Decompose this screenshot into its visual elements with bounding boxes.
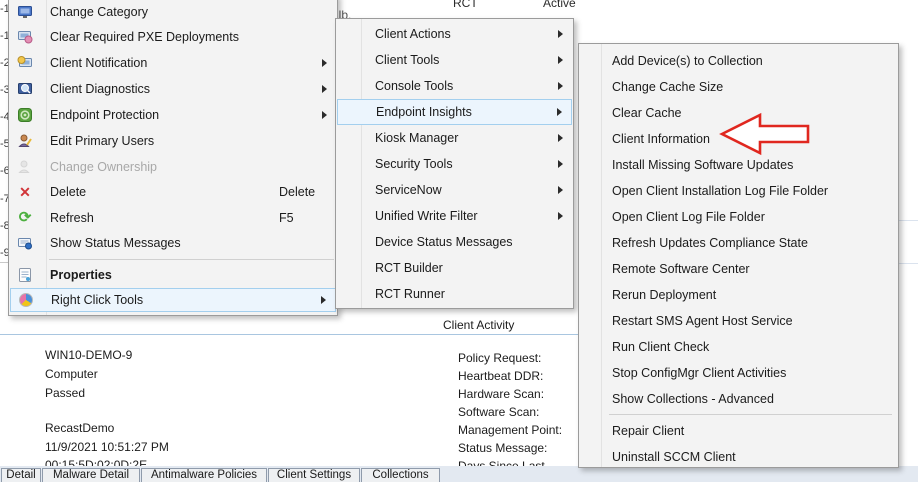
- menu-item-rct-builder[interactable]: RCT Builder: [337, 255, 572, 281]
- endpoint-insights-submenu: Add Device(s) to Collection Change Cache…: [578, 43, 899, 468]
- properties-icon: [17, 267, 33, 283]
- submenu-arrow-icon: [321, 296, 326, 304]
- menu-item-rerun-deployment[interactable]: Rerun Deployment: [580, 282, 897, 308]
- menu-item-edit-primary-users[interactable]: Edit Primary Users: [10, 128, 336, 154]
- header-fragment-active: Active: [543, 0, 576, 10]
- menu-item-change-ownership: Change Ownership: [10, 154, 336, 180]
- menu-item-kiosk-manager[interactable]: Kiosk Manager: [337, 125, 572, 151]
- menu-item-device-status-messages[interactable]: Device Status Messages: [337, 229, 572, 255]
- submenu-arrow-icon: [558, 56, 563, 64]
- device-type: Computer: [45, 367, 98, 381]
- device-site: RecastDemo: [45, 421, 114, 435]
- clear-pxe-icon: [17, 29, 33, 45]
- tab-antimalware-policies[interactable]: Antimalware Policies: [141, 468, 267, 482]
- show-status-messages-icon: [17, 235, 33, 251]
- client-activity-label: Policy Request:: [458, 351, 541, 365]
- submenu-arrow-icon: [558, 30, 563, 38]
- submenu-arrow-icon: [558, 82, 563, 90]
- device-name: WIN10-DEMO-9: [45, 348, 132, 362]
- menu-item-show-status-messages[interactable]: Show Status Messages: [10, 230, 336, 256]
- menu-item-stop-configmgr-client-activities[interactable]: Stop ConfigMgr Client Activities: [580, 360, 897, 386]
- device-status: Passed: [45, 386, 85, 400]
- submenu-arrow-icon: [558, 134, 563, 142]
- menu-item-change-cache-size[interactable]: Change Cache Size: [580, 74, 897, 100]
- change-category-icon: [17, 4, 33, 20]
- endpoint-protection-icon: [17, 107, 33, 123]
- menu-item-security-tools[interactable]: Security Tools: [337, 151, 572, 177]
- device-last-time: 11/9/2021 10:51:27 PM: [45, 440, 169, 454]
- client-activity-title: Client Activity: [443, 318, 514, 332]
- client-activity-label: Heartbeat DDR:: [458, 369, 543, 383]
- client-diagnostics-icon: [17, 81, 33, 97]
- tab-detail[interactable]: Detail: [1, 468, 41, 482]
- submenu-arrow-icon: [322, 85, 327, 93]
- menu-item-add-devices-to-collection[interactable]: Add Device(s) to Collection: [580, 48, 897, 74]
- tab-malware-detail[interactable]: Malware Detail: [42, 468, 140, 482]
- delete-icon: ✕: [17, 184, 33, 200]
- client-activity-label: Software Scan:: [458, 405, 539, 419]
- menu-separator: [609, 414, 892, 415]
- submenu-arrow-icon: [557, 108, 562, 116]
- menu-item-right-click-tools[interactable]: Right Click Tools: [10, 288, 336, 312]
- section-underline: [0, 334, 578, 335]
- menu-item-remote-software-center[interactable]: Remote Software Center: [580, 256, 897, 282]
- grid-line-fragment: [898, 263, 918, 264]
- menu-item-endpoint-insights[interactable]: Endpoint Insights: [337, 99, 572, 125]
- menu-item-console-tools[interactable]: Console Tools: [337, 73, 572, 99]
- menu-item-change-category[interactable]: Change Category: [10, 0, 336, 25]
- tab-collections[interactable]: Collections: [361, 468, 440, 482]
- menu-item-client-diagnostics[interactable]: Client Diagnostics: [10, 76, 336, 102]
- menu-item-open-client-installation-log-file-folder[interactable]: Open Client Installation Log File Folder: [580, 178, 897, 204]
- menu-item-client-actions[interactable]: Client Actions: [337, 21, 572, 47]
- edit-primary-users-icon: [17, 133, 33, 149]
- menu-item-client-notification[interactable]: Client Notification: [10, 50, 336, 76]
- menu-item-restart-sms-agent-host-service[interactable]: Restart SMS Agent Host Service: [580, 308, 897, 334]
- submenu-arrow-icon: [558, 160, 563, 168]
- header-fragment-rct: RCT: [453, 0, 478, 10]
- menu-separator: [49, 259, 334, 260]
- menu-item-clear-pxe-deployments[interactable]: Clear Required PXE Deployments: [10, 24, 336, 50]
- menu-item-run-client-check[interactable]: Run Client Check: [580, 334, 897, 360]
- shortcut-label: F5: [279, 211, 294, 225]
- submenu-arrow-icon: [558, 212, 563, 220]
- menu-item-servicenow[interactable]: ServiceNow: [337, 177, 572, 203]
- shortcut-label: Delete: [279, 185, 315, 199]
- screen: -1 -1 -2 -3 -4 -5 -6 -7 -8 -9 llb. RCT A…: [0, 0, 918, 482]
- client-activity-label: Status Message:: [458, 441, 547, 455]
- device-context-menu: Change Category Clear Required PXE Deplo…: [8, 0, 338, 316]
- change-ownership-icon: [17, 159, 33, 175]
- menu-item-delete[interactable]: ✕ Delete Delete: [10, 179, 336, 205]
- menu-item-refresh[interactable]: ⟳ Refresh F5: [10, 205, 336, 231]
- right-click-tools-icon: [18, 292, 34, 308]
- menu-item-endpoint-protection[interactable]: Endpoint Protection: [10, 102, 336, 128]
- grid-line-fragment: [898, 220, 918, 221]
- tab-client-settings[interactable]: Client Settings: [268, 468, 360, 482]
- menu-item-unified-write-filter[interactable]: Unified Write Filter: [337, 203, 572, 229]
- refresh-icon: ⟳: [17, 210, 33, 226]
- submenu-arrow-icon: [558, 186, 563, 194]
- menu-item-rct-runner[interactable]: RCT Runner: [337, 281, 572, 307]
- submenu-arrow-icon: [322, 111, 327, 119]
- client-activity-label: Hardware Scan:: [458, 387, 544, 401]
- menu-item-refresh-updates-compliance-state[interactable]: Refresh Updates Compliance State: [580, 230, 897, 256]
- menu-item-repair-client[interactable]: Repair Client: [580, 418, 897, 444]
- red-annotation-arrow-icon: [714, 110, 816, 160]
- client-activity-label: Management Point:: [458, 423, 562, 437]
- menu-item-show-collections-advanced[interactable]: Show Collections - Advanced: [580, 386, 897, 412]
- menu-item-open-client-log-file-folder[interactable]: Open Client Log File Folder: [580, 204, 897, 230]
- menu-item-uninstall-sccm-client[interactable]: Uninstall SCCM Client: [580, 444, 897, 470]
- client-notification-icon: [17, 55, 33, 71]
- menu-item-properties[interactable]: Properties: [10, 262, 336, 288]
- right-click-tools-submenu: Client Actions Client Tools Console Tool…: [335, 18, 574, 309]
- menu-item-client-tools[interactable]: Client Tools: [337, 47, 572, 73]
- submenu-arrow-icon: [322, 59, 327, 67]
